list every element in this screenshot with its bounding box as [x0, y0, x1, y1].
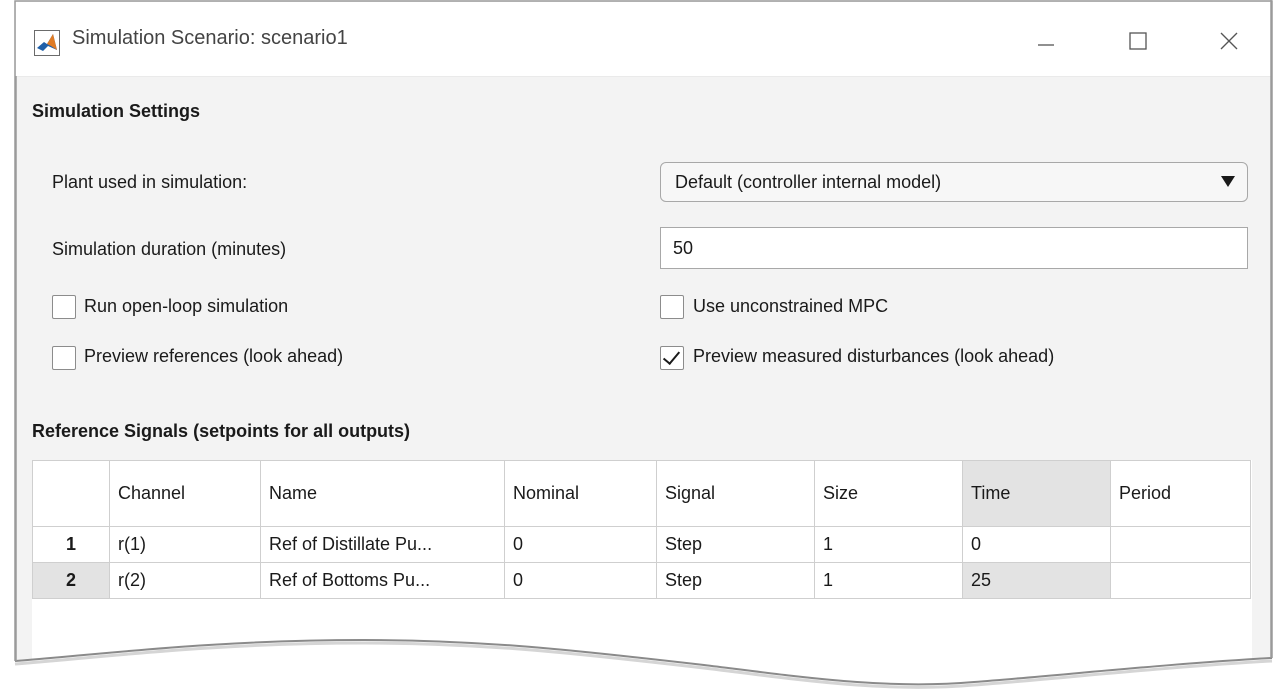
- minimize-button[interactable]: [1021, 16, 1071, 66]
- duration-value: 50: [673, 238, 694, 258]
- column-header-period[interactable]: Period: [1110, 460, 1251, 527]
- cell-period[interactable]: [1110, 526, 1251, 563]
- reference-signals-table: Channel Name Nominal Signal Size Time Pe…: [32, 460, 1252, 698]
- simulation-settings-heading: Simulation Settings: [32, 101, 201, 121]
- preview-references-label: Preview references (look ahead): [84, 346, 344, 366]
- reference-signals-heading: Reference Signals (setpoints for all out…: [32, 421, 411, 441]
- cell-channel[interactable]: r(2): [109, 562, 261, 599]
- cell-size[interactable]: 1: [814, 562, 963, 599]
- checkmark-icon: [662, 346, 681, 366]
- row-number[interactable]: 2: [32, 562, 110, 599]
- open-loop-label: Run open-loop simulation: [84, 296, 289, 316]
- window-title: Simulation Scenario: scenario1: [72, 27, 348, 49]
- cell-channel[interactable]: r(1): [109, 526, 261, 563]
- column-header-channel[interactable]: Channel: [109, 460, 261, 527]
- column-header-name[interactable]: Name: [260, 460, 505, 527]
- reference-table: Channel Name Nominal Signal Size Time Pe…: [32, 460, 1251, 599]
- cell-signal[interactable]: Step: [656, 526, 815, 563]
- cell-period[interactable]: [1110, 562, 1251, 599]
- table-row[interactable]: 1 r(1) Ref of Distillate Pu... 0 Step 1 …: [32, 526, 1251, 563]
- column-header-nominal[interactable]: Nominal: [504, 460, 657, 527]
- unconstrained-mpc-label: Use unconstrained MPC: [693, 296, 889, 316]
- column-header-time[interactable]: Time: [962, 460, 1111, 527]
- plant-dropdown-value: Default (controller internal model): [675, 172, 942, 192]
- cell-name[interactable]: Ref of Bottoms Pu...: [260, 562, 505, 599]
- duration-input[interactable]: 50: [660, 227, 1248, 269]
- plant-dropdown[interactable]: Default (controller internal model): [660, 162, 1248, 202]
- preview-references-checkbox[interactable]: [52, 346, 76, 370]
- column-header-size[interactable]: Size: [814, 460, 963, 527]
- dropdown-arrow-icon: [1221, 176, 1235, 187]
- minimize-icon: [1038, 44, 1054, 46]
- cell-size[interactable]: 1: [814, 526, 963, 563]
- cell-time[interactable]: 25: [962, 562, 1111, 599]
- maximize-button[interactable]: [1113, 16, 1163, 66]
- table-row[interactable]: 2 r(2) Ref of Bottoms Pu... 0 Step 1 25: [32, 562, 1251, 599]
- preview-measured-disturbances-label: Preview measured disturbances (look ahea…: [693, 346, 1055, 366]
- cell-nominal[interactable]: 0: [504, 562, 657, 599]
- open-loop-checkbox[interactable]: [52, 295, 76, 319]
- cell-name[interactable]: Ref of Distillate Pu...: [260, 526, 505, 563]
- preview-measured-disturbances-checkbox[interactable]: [660, 346, 684, 370]
- dialog-content: Simulation Settings Plant used in simula…: [16, 76, 1271, 698]
- title-bar[interactable]: Simulation Scenario: scenario1: [16, 2, 1271, 76]
- table-header-row: Channel Name Nominal Signal Size Time Pe…: [32, 460, 1251, 527]
- duration-label: Simulation duration (minutes): [52, 239, 287, 259]
- row-number[interactable]: 1: [32, 526, 110, 563]
- unconstrained-mpc-checkbox[interactable]: [660, 295, 684, 319]
- close-icon: [1220, 32, 1238, 50]
- maximize-icon: [1129, 32, 1147, 50]
- cell-time[interactable]: 0: [962, 526, 1111, 563]
- column-header-signal[interactable]: Signal: [656, 460, 815, 527]
- plant-label: Plant used in simulation:: [52, 172, 248, 192]
- column-header[interactable]: [32, 460, 110, 527]
- cell-signal[interactable]: Step: [656, 562, 815, 599]
- simulation-scenario-window: Simulation Scenario: scenario1 Simulatio…: [14, 0, 1273, 698]
- cell-nominal[interactable]: 0: [504, 526, 657, 563]
- close-button[interactable]: [1204, 16, 1254, 66]
- matlab-logo-icon: [34, 30, 60, 56]
